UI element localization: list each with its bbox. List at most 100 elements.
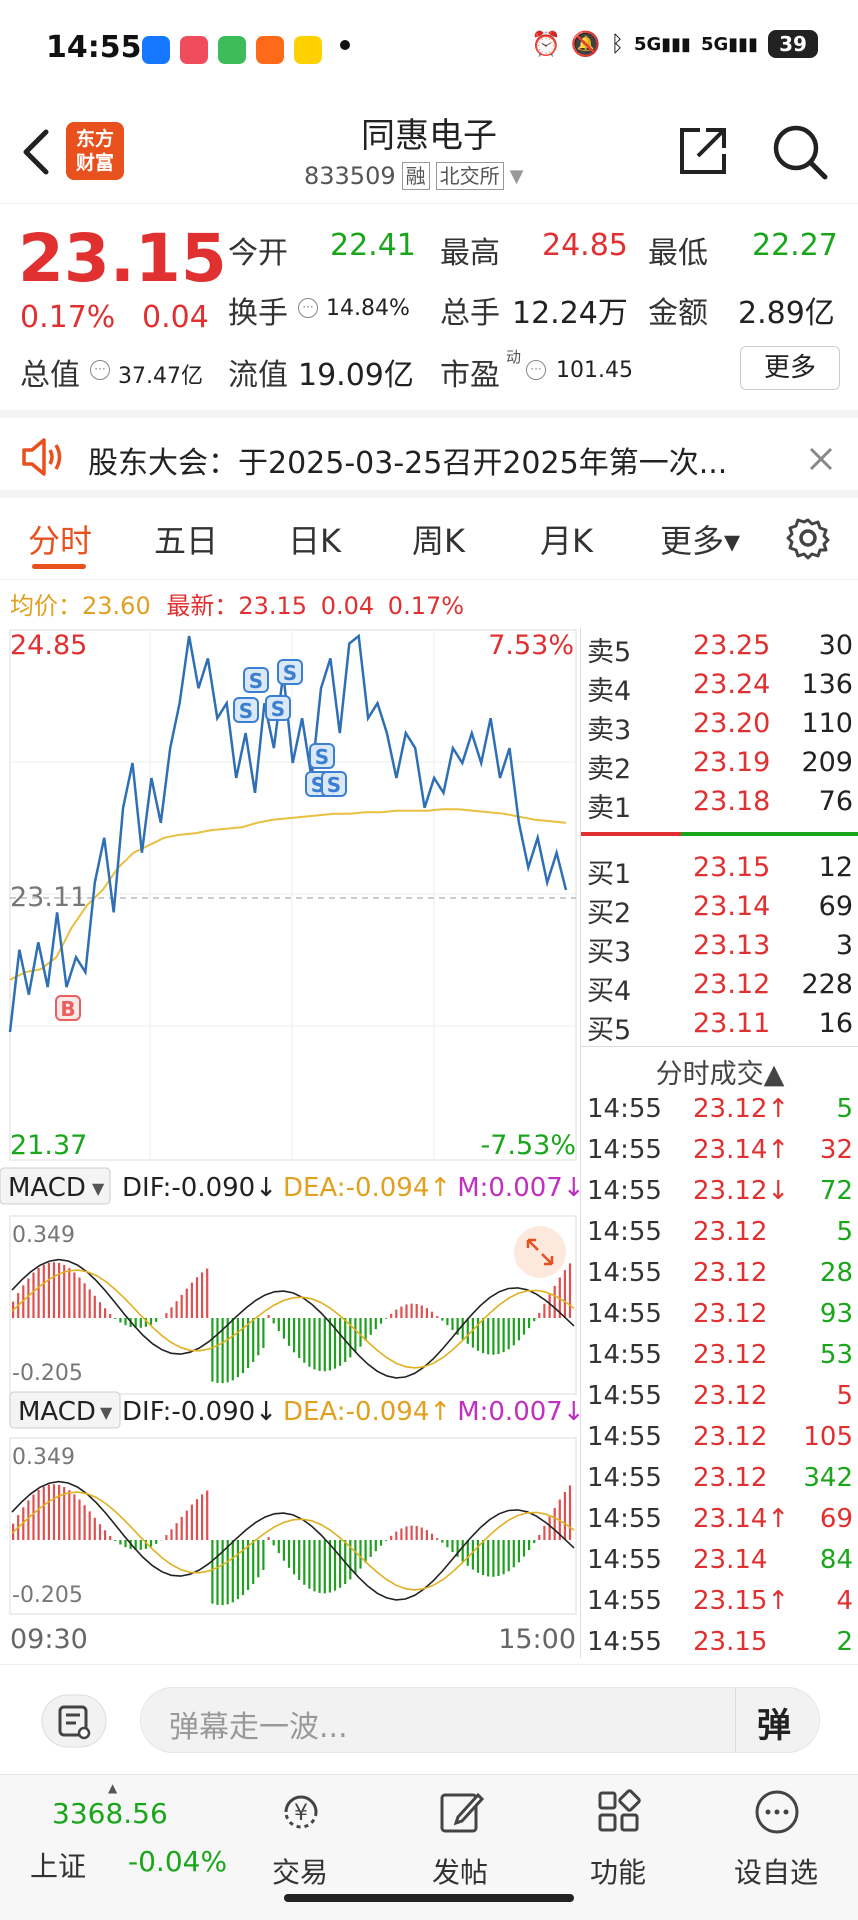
gear-icon[interactable] [786,516,830,560]
tick-time: 14:55 [587,1176,662,1206]
nav-watchlist[interactable]: 设自选 [716,1775,836,1895]
tab-weekly-k[interactable]: 周K [412,516,465,562]
macd-bar [548,1294,551,1318]
macd-bar [543,1303,546,1318]
open-label: 今开 [228,236,288,271]
more-button[interactable]: 更多 [740,346,840,390]
index-value[interactable]: 3368.56 [52,1797,168,1830]
latest-label: 最新： [166,592,239,620]
app-icon [180,36,208,64]
macd-bar [328,1318,331,1371]
macd-bar [415,1526,418,1540]
macd-bar [257,1540,260,1578]
bid-label: 买2 [587,898,632,929]
tick-time: 14:55 [587,1258,662,1288]
macd-bar [236,1318,239,1378]
macd-bar [201,1494,204,1540]
stock-code-row[interactable]: 833509 融 北交所 ▼ [304,162,523,190]
danmaku-toggle-button[interactable]: 弹 [757,1698,791,1747]
macd-bar [252,1540,255,1584]
nav-trade[interactable]: ¥ 交易 [240,1775,360,1895]
marker-label: S [283,661,297,685]
nav-functions[interactable]: 功能 [558,1775,678,1895]
ask-row[interactable]: 卖1 23.18 76 [581,786,858,824]
tab-more[interactable]: 更多▾ [660,516,740,562]
macd-bar [405,1304,408,1318]
info-icon[interactable]: ··· [526,360,546,380]
ask-row[interactable]: 卖2 23.19 209 [581,747,858,785]
index-name[interactable]: 上证 [30,1845,86,1885]
macd-bar [139,1318,142,1328]
tick-time: 14:55 [587,1627,662,1657]
danmaku-input[interactable]: 弹幕走一波... 弹 [140,1687,820,1753]
notice-bar[interactable]: 股东大会：于2025-03-25召开2025年第一次... [0,410,858,498]
macd-bar [563,1270,566,1318]
danmaku-list-icon[interactable] [38,1691,110,1751]
tick-price: 23.12 [693,1381,768,1411]
status-bar: 14:55 ⏰ 🔕 ᛒ 5G▮▮▮ 5G▮▮▮ 39 [0,0,858,100]
danmaku-placeholder: 弹幕走一波... [169,1710,348,1745]
search-icon[interactable] [770,122,830,182]
macd-bar [436,1538,439,1540]
macd-bar [553,1507,556,1540]
avg-info: 均价：23.60 最新：23.15 0.04 0.17% [10,586,464,621]
macd-bar [410,1303,413,1318]
ask-row[interactable]: 卖3 23.20 110 [581,708,858,746]
macd-bar [441,1318,444,1321]
bid-row[interactable]: 买5 23.11 16 [581,1008,858,1046]
share-icon[interactable] [676,124,730,178]
m-value: 0.007 [488,1173,562,1203]
macd-bar [369,1540,372,1557]
ticks-title[interactable]: 分时成交▲ [581,1052,858,1091]
macd-bar [466,1318,469,1344]
chart-frame [9,629,577,1161]
home-indicator[interactable] [284,1894,574,1902]
chart-area[interactable]: 24.85 23.11 21.37 7.53% -7.53% BSSSSSSS … [0,628,585,1658]
macd-bar [487,1318,490,1355]
macd-bar [185,1288,188,1318]
grid-icon [598,1789,641,1832]
ask-row[interactable]: 卖5 23.25 30 [581,630,858,668]
chart-tabs: 分时 五日 日K 周K 月K 更多▾ [0,498,858,580]
macd-bar [119,1540,122,1545]
avg-label: 均价： [10,592,82,620]
tab-five-day[interactable]: 五日 [154,516,218,562]
bid-row[interactable]: 买1 23.15 12 [581,852,858,890]
divider [581,1046,858,1047]
tab-monthly-k[interactable]: 月K [540,516,593,562]
nav-label: 交易 [271,1856,328,1889]
bid-row[interactable]: 买3 23.13 3 [581,930,858,968]
macd-max-label: 0.349 [12,1445,75,1470]
intraday-chart[interactable]: 24.85 23.11 21.37 7.53% -7.53% BS SS SSS S … [0,628,585,1658]
index-change[interactable]: -0.04% [128,1845,227,1878]
macd-bar [446,1540,449,1548]
macd-bar [185,1510,188,1540]
macd-bar [364,1318,367,1341]
macd-title: MACD [8,1173,86,1203]
stock-code: 833509 [304,162,396,190]
bid-row[interactable]: 买4 23.12 228 [581,969,858,1007]
nav-post[interactable]: 发帖 [400,1775,520,1895]
info-icon[interactable]: ··· [298,298,318,318]
bid-row[interactable]: 买2 23.14 69 [581,891,858,929]
macd-bar [114,1318,117,1319]
notice-text: 股东大会：于2025-03-25召开2025年第一次... [88,446,728,481]
ask-row[interactable]: 卖4 23.24 136 [581,669,858,707]
macd-bar [252,1318,255,1362]
expand-button[interactable] [514,1226,566,1278]
tab-daily-k[interactable]: 日K [288,516,341,562]
m-label: M: [457,1397,488,1427]
macd-histogram [11,1258,575,1384]
macd-bar [461,1540,464,1562]
macd-bar [226,1318,229,1383]
macd-bar [471,1540,474,1570]
macd-bar [328,1540,331,1593]
ask-bar [581,832,681,836]
macd-bar [124,1318,127,1326]
low-label: 最低 [648,236,708,271]
close-icon[interactable] [808,446,834,472]
amount-label: 金额 [648,296,708,331]
avg-value: 23.60 [82,592,151,620]
tab-intraday[interactable]: 分时 [28,516,92,562]
info-icon[interactable]: ··· [90,360,110,380]
